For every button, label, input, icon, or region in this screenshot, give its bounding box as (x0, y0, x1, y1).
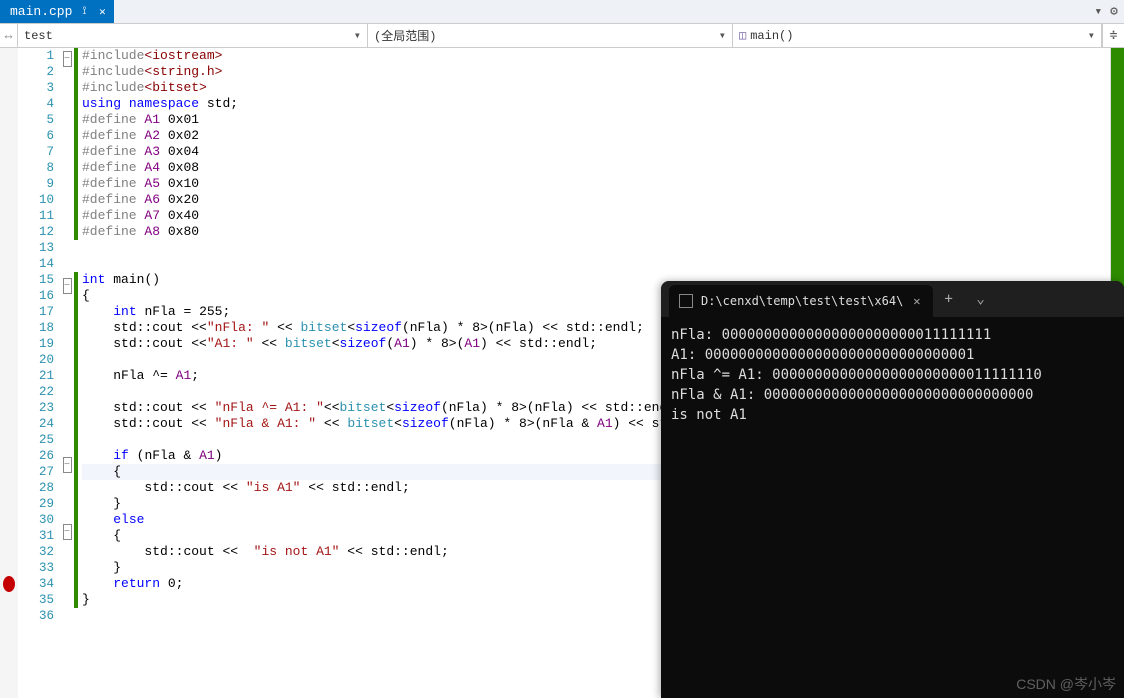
terminal-titlebar[interactable]: D:\cenxd\temp\test\test\x64\ ✕ + ⌄ (661, 281, 1124, 317)
chevron-down-icon: ▾ (711, 28, 726, 43)
chevron-down-icon: ▾ (346, 28, 361, 43)
tab-filename: main.cpp (10, 4, 72, 19)
dropdown-icon[interactable]: ▾ (1094, 4, 1102, 19)
namespace-scope-value: (全局范围) (374, 27, 436, 44)
terminal-tab[interactable]: D:\cenxd\temp\test\test\x64\ ✕ (669, 285, 933, 317)
project-scope-dropdown[interactable]: test ▾ (18, 24, 368, 47)
new-tab-button[interactable]: + (933, 281, 965, 317)
close-icon[interactable]: ✕ (911, 294, 922, 308)
navigation-bar: ↔ test ▾ (全局范围) ▾ ◫ main() ▾ ≑ (0, 24, 1124, 48)
line-number-gutter: 1234567891011121314151617181920212223242… (18, 48, 60, 698)
terminal-output[interactable]: nFla: 00000000000000000000000011111111 A… (661, 317, 1124, 433)
document-tab-main-cpp[interactable]: main.cpp ⟟ ✕ (0, 0, 114, 23)
nav-history-icon[interactable]: ↔ (0, 24, 18, 47)
document-tab-bar: main.cpp ⟟ ✕ ▾ ⚙ (0, 0, 1124, 24)
namespace-scope-dropdown[interactable]: (全局范围) ▾ (368, 24, 733, 47)
terminal-icon (679, 294, 693, 308)
terminal-title: D:\cenxd\temp\test\test\x64\ (701, 294, 903, 308)
fold-gutter[interactable]: −−−− (60, 48, 74, 698)
tab-bar-tools: ▾ ⚙ (1094, 0, 1124, 23)
pin-icon[interactable]: ⟟ (78, 6, 90, 18)
function-scope-value: main() (750, 29, 793, 43)
function-scope-dropdown[interactable]: ◫ main() ▾ (733, 24, 1102, 47)
split-view-icon[interactable]: ≑ (1102, 24, 1124, 47)
project-scope-value: test (24, 29, 53, 43)
terminal-window: D:\cenxd\temp\test\test\x64\ ✕ + ⌄ nFla:… (661, 281, 1124, 698)
watermark: CSDN @岑小岑 (1016, 674, 1116, 694)
gear-icon[interactable]: ⚙ (1110, 4, 1118, 19)
close-icon[interactable]: ✕ (96, 6, 108, 18)
tab-menu-dropdown[interactable]: ⌄ (965, 281, 997, 317)
breakpoint-gutter[interactable] (0, 48, 18, 698)
function-icon: ◫ (739, 28, 746, 43)
chevron-down-icon: ▾ (1080, 28, 1095, 43)
